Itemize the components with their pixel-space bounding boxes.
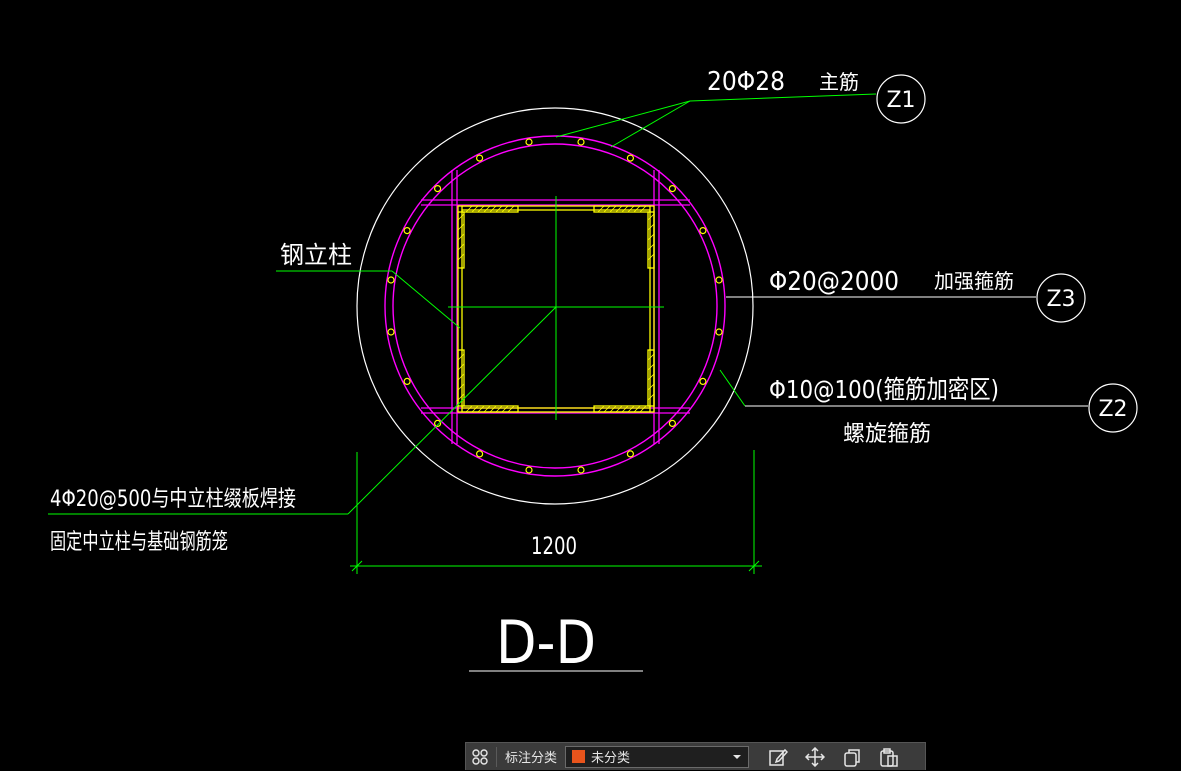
paste-icon[interactable] — [870, 743, 907, 771]
main-bar — [387, 276, 395, 284]
note-line-2: 固定中立柱与基础钢筋笼 — [50, 530, 228, 555]
edit-icon[interactable] — [759, 743, 796, 771]
note-line-1: 4Φ20@500与中立柱缀板焊接 — [50, 487, 296, 512]
main-bar-spec: 20Φ28 — [707, 67, 785, 97]
strong-hoop-spec: Φ20@2000 — [769, 267, 899, 297]
spiral-hoop-spec: Φ10@100(箍筋加密区) — [769, 375, 999, 404]
steel-column-label: 钢立柱 — [280, 241, 352, 269]
main-bar — [577, 466, 585, 474]
main-bar — [715, 276, 723, 284]
main-bar — [434, 185, 442, 193]
main-bar — [699, 377, 707, 385]
strong-hoop-ring — [384, 135, 726, 477]
copy-icon[interactable] — [833, 743, 870, 771]
dimension-label: 1200 — [531, 532, 577, 560]
annotation-toolbar: 标注分类 未分类 — [465, 742, 926, 770]
grid-icon[interactable] — [466, 743, 494, 771]
cad-drawing: 20Φ28 主筋 Z1 钢立柱 Φ20@2000 加强箍筋 Z3 Φ10@100… — [48, 67, 1138, 678]
main-bar — [387, 328, 395, 336]
strong-hoop-name: 加强箍筋 — [934, 269, 1014, 293]
main-bars — [387, 138, 723, 474]
main-bar — [403, 377, 411, 385]
category-label: 标注分类 — [505, 751, 558, 766]
spiral-hoop-ring — [392, 143, 718, 469]
chevron-down-icon — [733, 754, 742, 759]
main-bar — [626, 154, 635, 162]
main-bar — [699, 227, 707, 235]
tag-z1: Z1 — [886, 88, 915, 113]
section-title: D-D — [496, 608, 596, 678]
toolbar-separator — [496, 746, 497, 767]
spiral-hoop-name: 螺旋箍筋 — [843, 422, 931, 447]
main-bar — [476, 154, 484, 162]
main-bar — [476, 450, 484, 458]
main-bar — [525, 466, 533, 474]
tag-z2: Z2 — [1098, 397, 1127, 422]
category-value: 未分类 — [591, 751, 631, 766]
main-bar — [403, 227, 411, 235]
category-swatch — [572, 750, 586, 763]
main-bar — [577, 138, 585, 146]
main-bar — [668, 419, 677, 427]
move-icon[interactable] — [796, 743, 833, 771]
main-bar-name: 主筋 — [819, 70, 859, 94]
pile-outline — [356, 107, 754, 505]
main-bar — [525, 138, 533, 146]
category-select[interactable]: 未分类 — [565, 745, 750, 768]
main-bar — [668, 185, 677, 193]
main-bar — [626, 450, 635, 458]
main-bar — [715, 328, 723, 336]
tag-z3: Z3 — [1046, 287, 1075, 312]
